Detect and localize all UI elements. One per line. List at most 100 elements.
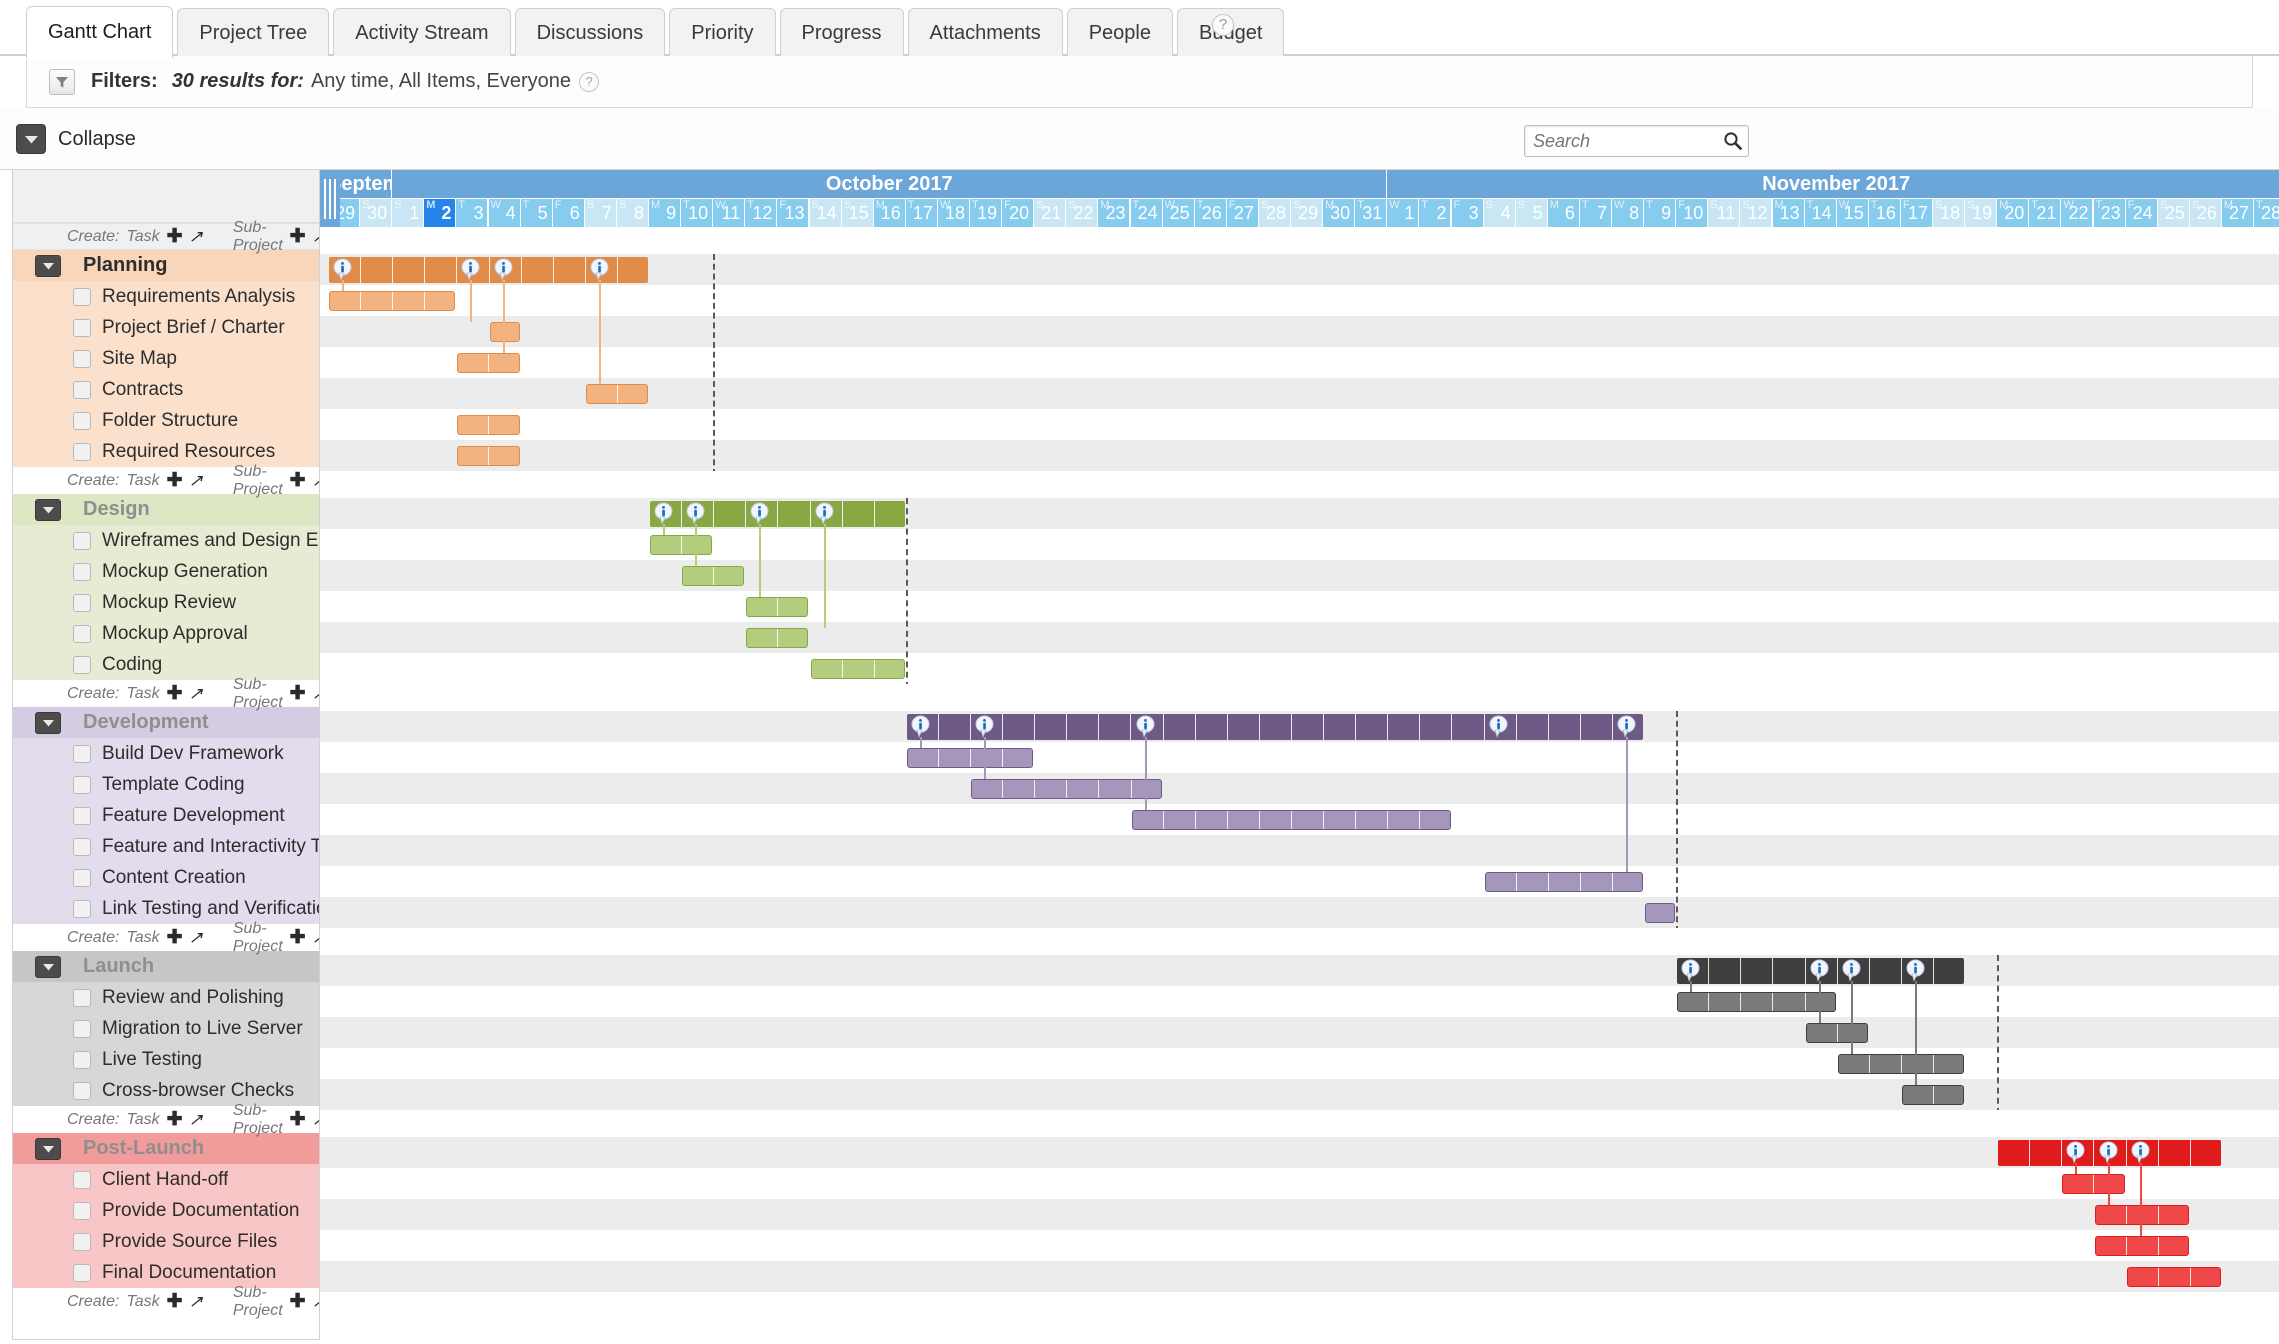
day-cell[interactable]: T 31 [1355,199,1388,227]
day-cell[interactable]: T 16 [1868,199,1901,227]
task-row[interactable]: Feature Development [13,800,319,831]
gantt-task-bar[interactable] [1901,1085,1965,1105]
day-cell[interactable]: F 24 [2125,199,2158,227]
day-cell[interactable]: T 10 [681,199,714,227]
plus-icon[interactable]: ✚ [167,928,183,947]
day-cell[interactable]: S 29 [1291,199,1324,227]
create-task-button[interactable]: Task ✚ ↗ [126,227,202,246]
task-checkbox[interactable] [73,1201,91,1220]
task-row[interactable]: Review and Polishing [13,982,319,1013]
task-row[interactable]: Client Hand-off [13,1164,319,1195]
day-cell[interactable]: T 21 [2029,199,2062,227]
gantt-task-bar[interactable] [329,291,456,311]
task-checkbox[interactable] [73,287,91,306]
day-cell[interactable]: M 30 [1323,199,1356,227]
day-cell[interactable]: T 26 [1194,199,1227,227]
open-external-icon[interactable]: ↗ [189,228,203,245]
day-cell[interactable]: S7 [584,199,617,227]
open-external-icon[interactable]: ↗ [189,1111,203,1128]
group-header-planning[interactable]: Planning [13,250,319,281]
task-checkbox[interactable] [73,1050,91,1069]
open-external-icon[interactable]: ↗ [189,929,203,946]
search-icon[interactable] [1723,131,1742,155]
tab-gantt-chart[interactable]: Gantt Chart [26,6,174,58]
day-cell[interactable]: W1 [1387,199,1420,227]
group-header-postlaunch[interactable]: Post-Launch [13,1133,319,1164]
task-checkbox[interactable] [73,411,91,430]
collapse-toggle-button[interactable] [16,124,46,154]
help-icon[interactable]: ? [1212,14,1234,36]
day-cell[interactable]: S5 [1515,199,1548,227]
open-external-icon[interactable]: ↗ [312,228,319,245]
day-cell[interactable]: T 23 [2093,199,2126,227]
tab-project-tree[interactable]: Project Tree [177,8,330,58]
task-row[interactable]: Content Creation [13,862,319,893]
tab-priority[interactable]: Priority [669,8,776,58]
day-cell[interactable]: S 12 [1740,199,1773,227]
gantt-task-bar[interactable] [971,779,1162,799]
day-cell[interactable]: W 22 [2061,199,2094,227]
group-header-development[interactable]: Development [13,707,319,738]
task-row[interactable]: Requirements Analysis [13,281,319,312]
plus-icon[interactable]: ✚ [290,1110,306,1129]
task-checkbox[interactable] [73,318,91,337]
task-checkbox[interactable] [73,1081,91,1100]
day-cell[interactable]: S 28 [1258,199,1291,227]
create-subproject-button[interactable]: Sub-Project ✚ ↗ [233,463,319,499]
day-cell[interactable]: T3 [456,199,489,227]
gantt-summary-bar[interactable] [1677,958,1965,984]
open-external-icon[interactable]: ↗ [312,685,319,702]
gantt-task-bar[interactable] [2094,1205,2189,1225]
timeline-scroll-grip-left[interactable] [320,170,340,227]
gantt-task-bar[interactable] [2062,1174,2125,1194]
open-external-icon[interactable]: ↗ [189,472,203,489]
plus-icon[interactable]: ✚ [290,1292,306,1311]
task-checkbox[interactable] [73,1019,91,1038]
plus-icon[interactable]: ✚ [167,471,183,490]
day-cell[interactable]: S 19 [1965,199,1998,227]
day-cell[interactable]: M 13 [1772,199,1805,227]
day-cell[interactable]: T9 [1644,199,1677,227]
open-external-icon[interactable]: ↗ [312,472,319,489]
day-cell[interactable]: T 12 [745,199,778,227]
gantt-task-bar[interactable] [650,535,713,555]
day-cell[interactable]: S4 [1483,199,1516,227]
day-cell[interactable]: M 16 [873,199,906,227]
task-checkbox[interactable] [73,442,91,461]
day-cell[interactable]: S 26 [2189,199,2222,227]
gantt-task-bar[interactable] [1645,903,1676,923]
create-task-button[interactable]: Task ✚ ↗ [126,1292,202,1311]
filter-funnel-icon[interactable] [49,68,75,95]
day-cell[interactable]: S 14 [809,199,842,227]
day-cell[interactable]: T5 [520,199,553,227]
day-cell[interactable]: S 11 [1708,199,1741,227]
create-subproject-button[interactable]: Sub-Project ✚ ↗ [233,676,319,712]
plus-icon[interactable]: ✚ [167,1292,183,1311]
task-checkbox[interactable] [73,380,91,399]
day-cell[interactable]: W 15 [1836,199,1869,227]
day-cell[interactable]: T 24 [1130,199,1163,227]
create-subproject-button[interactable]: Sub-Project ✚ ↗ [233,219,319,255]
create-task-button[interactable]: Task ✚ ↗ [126,471,202,490]
task-row[interactable]: Mockup Approval [13,618,319,649]
day-cell[interactable]: S 30 [360,199,393,227]
day-cell[interactable]: W8 [1612,199,1645,227]
task-checkbox[interactable] [73,988,91,1007]
day-cell[interactable]: T 14 [1804,199,1837,227]
group-collapse-icon[interactable] [35,498,61,521]
day-cell[interactable]: F 20 [1002,199,1035,227]
tab-budget[interactable]: Budget [1177,8,1285,58]
day-cell[interactable]: S 22 [1066,199,1099,227]
gantt-task-bar[interactable] [1484,872,1644,892]
tab-people[interactable]: People [1066,8,1173,58]
gantt-summary-bar[interactable] [906,714,1644,740]
create-task-button[interactable]: Task ✚ ↗ [126,1110,202,1129]
day-cell[interactable]: S 15 [841,199,874,227]
day-cell[interactable]: M9 [649,199,682,227]
task-row[interactable]: Folder Structure [13,405,319,436]
day-cell[interactable]: F6 [552,199,585,227]
task-row[interactable]: Build Dev Framework [13,738,319,769]
open-external-icon[interactable]: ↗ [312,1111,319,1128]
plus-icon[interactable]: ✚ [167,684,183,703]
task-checkbox[interactable] [73,1232,91,1251]
